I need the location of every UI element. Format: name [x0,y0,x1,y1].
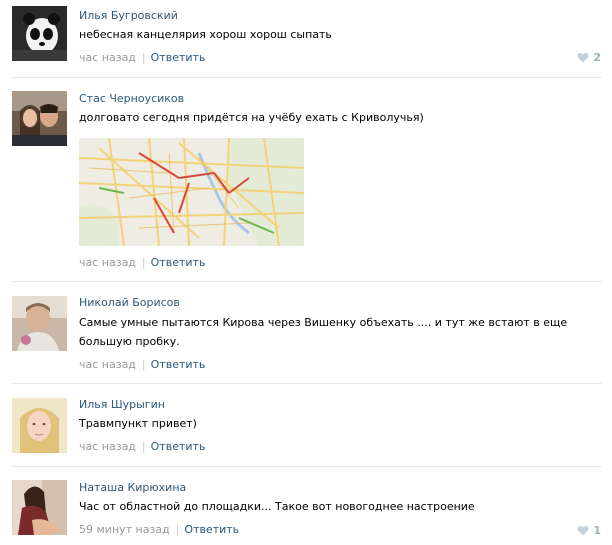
traffic-map-image[interactable] [79,138,304,246]
couple-photo-avatar[interactable] [12,91,67,146]
comment-text: долговато сегодня придётся на учёбу ехат… [79,111,424,124]
reply-link[interactable]: Ответить [151,51,206,64]
like-button[interactable]: 2 [577,51,601,64]
comment-time[interactable]: час назад [79,256,136,269]
comment-text: небесная канцелярия хорош хорош сыпать [79,28,332,41]
man-photo-avatar[interactable] [12,296,67,351]
comment-time[interactable]: час назад [79,358,136,371]
comment-text: Травмпункт привет) [79,417,197,430]
comment-time[interactable]: час назад [79,51,136,64]
comment-divider [12,281,602,282]
heart-icon [577,525,589,536]
panda-avatar[interactable] [12,6,67,61]
comment-meta: час назад | Ответить [79,440,205,453]
comment-text: Самые умные пытаются Кирова через Вишенк… [79,316,568,348]
meta-separator: | [141,256,146,269]
comment-author[interactable]: Наташа Кирюхина [79,481,186,494]
meta-separator: | [141,358,146,371]
comment-divider [12,77,602,78]
meta-separator: | [141,51,146,64]
reply-link[interactable]: Ответить [184,523,239,536]
comment-time[interactable]: 59 минут назад [79,523,170,536]
comment-meta: час назад | Ответить [79,51,205,64]
comment-divider [12,383,602,384]
reply-link[interactable]: Ответить [151,256,206,269]
meta-separator: | [175,523,180,536]
like-count: 1 [593,524,601,537]
comment-divider [12,466,602,467]
comment-author[interactable]: Стас Черноусиков [79,92,184,105]
like-button[interactable]: 1 [577,524,601,537]
comment-meta: 59 минут назад | Ответить [79,523,239,536]
heart-icon [577,52,589,63]
comment-meta: час назад | Ответить [79,358,205,371]
meta-separator: | [141,440,146,453]
woman-photo-avatar[interactable] [12,480,67,535]
comment-text: Час от областной до площадки... Такое во… [79,500,475,513]
comment-author[interactable]: Николай Борисов [79,296,180,309]
girl-photo-avatar[interactable] [12,398,67,453]
reply-link[interactable]: Ответить [151,440,206,453]
reply-link[interactable]: Ответить [151,358,206,371]
comment-author[interactable]: Илья Бугровский [79,9,178,22]
comment-time[interactable]: час назад [79,440,136,453]
comment-author[interactable]: Илья Шурыгин [79,398,165,411]
comment-meta: час назад | Ответить [79,256,205,269]
like-count: 2 [593,51,601,64]
